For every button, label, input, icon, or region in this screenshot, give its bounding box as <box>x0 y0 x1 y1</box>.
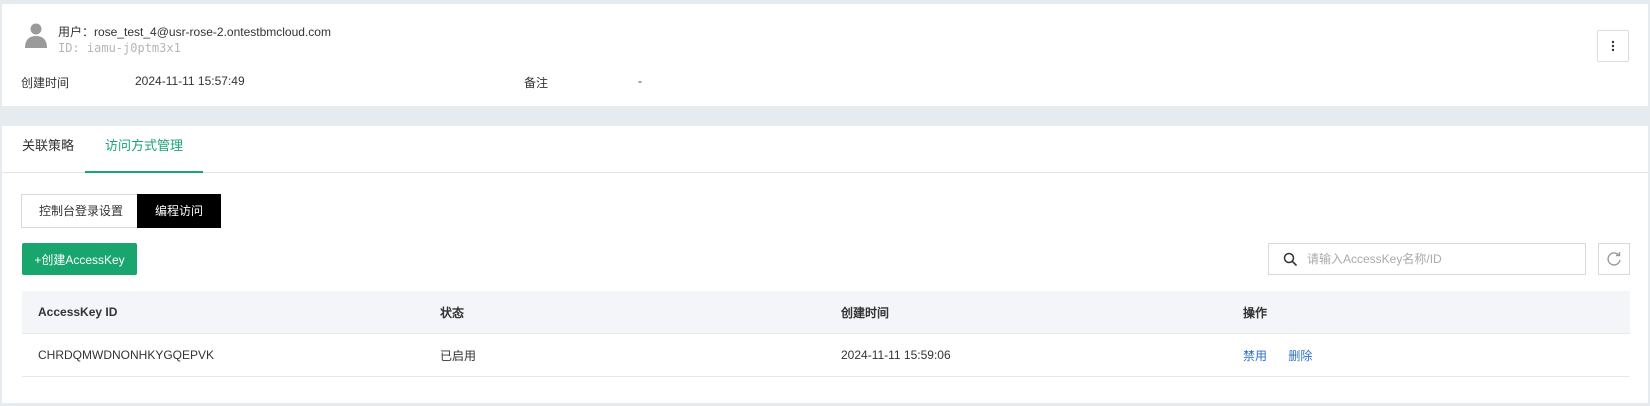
more-actions-button[interactable] <box>1597 30 1629 62</box>
header-created-time: 创建时间 <box>841 305 890 320</box>
disable-link[interactable]: 禁用 <box>1243 349 1267 363</box>
tab-bar: 关联策略 访问方式管理 <box>2 126 1648 173</box>
header-operations: 操作 <box>1243 305 1268 320</box>
tab-associated-policies[interactable]: 关联策略 <box>2 126 94 173</box>
note-label: 备注 <box>524 76 549 90</box>
created-time-label: 创建时间 <box>21 76 70 90</box>
delete-link[interactable]: 删除 <box>1288 349 1312 363</box>
refresh-button[interactable] <box>1598 243 1630 275</box>
segment-programmatic-access[interactable]: 编程访问 <box>137 194 222 228</box>
header-status: 状态 <box>440 305 465 320</box>
created-time-value: 2024-11-11 15:57:49 <box>135 74 245 88</box>
created-time-cell: 2024-11-11 15:59:06 <box>841 348 951 362</box>
segment-console-login-settings[interactable]: 控制台登录设置 <box>21 194 142 228</box>
search-box <box>1268 243 1586 275</box>
operations-cell: 禁用 删除 <box>1227 347 1630 364</box>
search-input[interactable] <box>1307 252 1585 266</box>
access-management-card: 关联策略 访问方式管理 控制台登录设置 编程访问 +创建AccessKey Ac… <box>2 126 1648 403</box>
user-avatar-icon <box>25 23 47 48</box>
user-name: 用户：rose_test_4@usr-rose-2.ontestbmcloud.… <box>58 25 331 39</box>
refresh-icon <box>1607 252 1621 266</box>
accesskey-table: AccessKey ID 状态 创建时间 操作 CHRDQMWDNONHKYGQ… <box>22 291 1630 377</box>
user-id: ID: iamu-j0ptm3x1 <box>58 41 181 55</box>
more-vertical-icon <box>1611 40 1615 52</box>
user-info-card: 用户：rose_test_4@usr-rose-2.ontestbmcloud.… <box>2 4 1648 106</box>
table-row: CHRDQMWDNONHKYGQEPVK 已启用 2024-11-11 15:5… <box>22 334 1630 377</box>
table-header: AccessKey ID 状态 创建时间 操作 <box>22 291 1630 334</box>
tab-access-method-management[interactable]: 访问方式管理 <box>85 126 204 173</box>
header-accesskey-id: AccessKey ID <box>38 305 118 319</box>
status-cell: 已启用 <box>440 348 477 363</box>
create-accesskey-button[interactable]: +创建AccessKey <box>22 243 137 275</box>
search-icon <box>1283 252 1297 266</box>
accesskey-id-cell: CHRDQMWDNONHKYGQEPVK <box>38 348 215 362</box>
note-value: - <box>638 74 642 88</box>
